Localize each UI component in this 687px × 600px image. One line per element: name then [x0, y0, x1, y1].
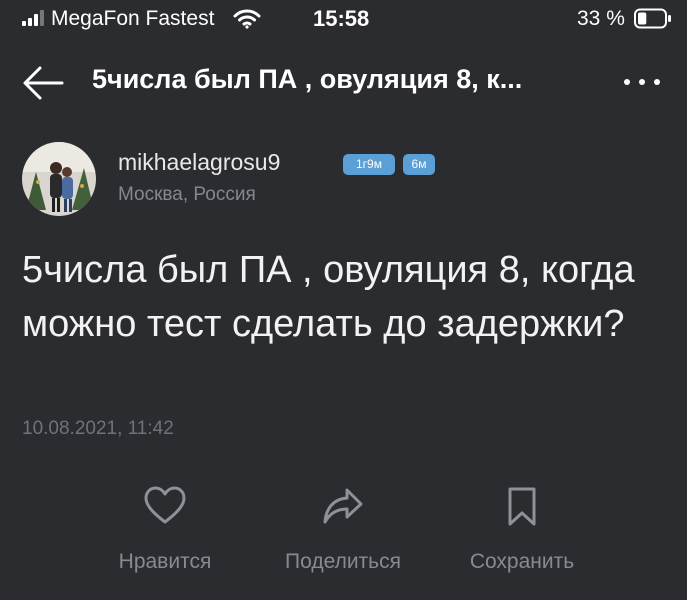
bookmark-icon — [508, 487, 536, 526]
header: 5числа был ПА , овуляция 8, к... — [0, 50, 687, 114]
author-badge-age: 6м — [403, 154, 435, 175]
save-label: Сохранить — [469, 550, 575, 573]
avatar[interactable] — [22, 142, 96, 216]
clock: 15:58 — [313, 6, 370, 31]
arrow-left-icon[interactable] — [20, 64, 66, 102]
carrier-name: MegaFon Fastest — [51, 7, 215, 30]
battery-percent: 33 % — [577, 7, 625, 30]
like-label: Нравится — [118, 550, 212, 573]
share-button[interactable]: Поделиться — [258, 486, 428, 586]
wifi-icon — [233, 9, 261, 29]
post-text: 5числа был ПА , овуляция 8, когда можно … — [22, 249, 635, 345]
heart-icon — [144, 486, 186, 524]
share-label: Поделиться — [285, 550, 401, 573]
page-title: 5числа был ПА , овуляция 8, к... — [92, 64, 523, 94]
post-screen: MegaFon Fastest 15:58 33 % 5числа был ПА… — [0, 0, 687, 600]
avatar-photo — [22, 142, 96, 216]
battery-icon — [634, 8, 671, 29]
author-location: Москва, Россия — [118, 184, 256, 205]
more-dots-icon[interactable] — [620, 70, 664, 94]
status-bar: MegaFon Fastest 15:58 33 % — [0, 0, 687, 38]
author-badge-duration: 1г9м — [343, 154, 395, 175]
post-date: 10.08.2021, 11:42 — [22, 418, 174, 439]
author-username[interactable]: mikhaelagrosu9 — [118, 149, 280, 176]
save-button[interactable]: Сохранить — [437, 486, 607, 586]
share-icon — [323, 488, 363, 524]
like-button[interactable]: Нравится — [80, 486, 250, 586]
signal-icon — [22, 10, 44, 26]
